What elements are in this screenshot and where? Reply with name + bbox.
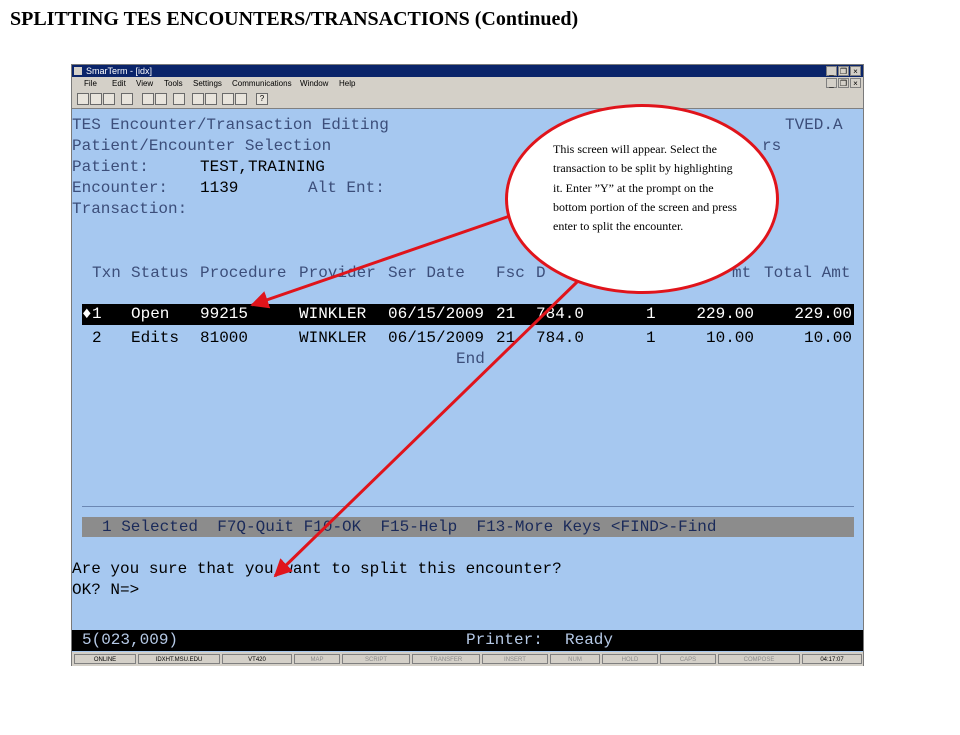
selected-count: 1 Selected F7Q-Quit F10-OK F15-Help F13-… <box>102 518 717 536</box>
status-clock: 04:17:07 <box>802 654 862 664</box>
status-hold: HOLD <box>602 654 658 664</box>
menu-communications[interactable]: Communications <box>232 77 292 90</box>
table-row[interactable]: 2 Edits 81000 WINKLER 06/15/2009 21 784.… <box>82 328 854 348</box>
screen-subheader-right: rs <box>762 137 782 155</box>
cell-ser-date: 06/15/2009 <box>388 329 485 347</box>
cell-provider: WINKLER <box>299 329 367 347</box>
cell-dx: 784.0 <box>536 305 585 323</box>
cell-total: 229.00 <box>794 305 852 323</box>
print-icon[interactable] <box>121 93 133 105</box>
menu-file[interactable]: File <box>84 77 97 90</box>
status-map: MAP <box>294 654 340 664</box>
cell-fsc: 21 <box>496 305 516 323</box>
printer-status: Ready <box>565 631 614 649</box>
doc-close-icon[interactable]: × <box>850 78 861 88</box>
new-session-icon[interactable] <box>77 93 89 105</box>
screen-subheader: Patient/Encounter Selection <box>72 137 332 155</box>
cell-procedure: 99215 <box>200 305 249 323</box>
cursor-position: 5(023,009) <box>82 631 179 649</box>
save-icon[interactable] <box>103 93 115 105</box>
table-row[interactable]: ♦ 1 Open 99215 WINKLER 06/15/2009 21 784… <box>82 304 854 325</box>
minimize-icon[interactable]: _ <box>826 66 837 76</box>
status-compose: COMPOSE <box>718 654 800 664</box>
screen-header: TES Encounter/Transaction Editing <box>72 116 389 134</box>
patient-value: TEST,TRAINING <box>200 158 325 176</box>
menu-window[interactable]: Window <box>300 77 328 90</box>
callout-text: This screen will appear. Select the tran… <box>553 142 737 234</box>
status-online: ONLINE <box>74 654 136 664</box>
transaction-label: Transaction: <box>72 200 188 218</box>
close-icon[interactable]: × <box>850 66 861 76</box>
session-status-bar: ONLINE IDXHT.MSU.EDU VT420 MAP SCRIPT TR… <box>72 652 863 666</box>
status-host: IDXHT.MSU.EDU <box>138 654 220 664</box>
col-procedure: Procedure <box>200 264 287 282</box>
slide-title: SPLITTING TES ENCOUNTERS/TRANSACTIONS (C… <box>10 8 579 30</box>
ok-prompt[interactable]: OK? N=> <box>72 581 139 599</box>
open-icon[interactable] <box>90 93 102 105</box>
status-script: SCRIPT <box>342 654 410 664</box>
col-dx: D <box>536 264 546 282</box>
transfer-icon[interactable] <box>205 93 217 105</box>
cut-icon[interactable] <box>142 93 154 105</box>
terminal-status-line: 5(023,009) Printer: Ready <box>72 630 863 651</box>
cell-ser-date: 06/15/2009 <box>388 305 485 323</box>
divider <box>82 506 854 507</box>
disconnect-icon[interactable] <box>235 93 247 105</box>
connect-icon[interactable] <box>222 93 234 105</box>
encounter-value: 1139 <box>200 179 239 197</box>
cell-procedure: 81000 <box>200 329 249 347</box>
cell-total: 10.00 <box>803 329 852 347</box>
col-provider: Provider <box>299 264 376 282</box>
status-num: NUM <box>550 654 600 664</box>
end-marker: End <box>456 350 485 368</box>
copy-icon[interactable] <box>155 93 167 105</box>
row-marker-icon: ♦ <box>82 305 92 323</box>
cell-txn: 1 <box>92 305 102 323</box>
window-titlebar: SmarTerm - [idx] _ ❐ × <box>72 65 863 77</box>
cell-qty: 1 <box>646 329 656 347</box>
col-total-amt: Total Amt <box>764 264 851 282</box>
cell-dx: 784.0 <box>536 329 585 347</box>
printer-label: Printer: <box>466 631 543 649</box>
col-fsc: Fsc <box>496 264 525 282</box>
app-icon <box>74 67 82 75</box>
doc-restore-icon[interactable]: ❐ <box>838 78 849 88</box>
help-icon[interactable]: ? <box>256 93 268 105</box>
status-caps: CAPS <box>660 654 716 664</box>
menu-settings[interactable]: Settings <box>193 77 222 90</box>
toolbar: ? <box>72 90 863 109</box>
menu-tools[interactable]: Tools <box>164 77 183 90</box>
encounter-label: Encounter: <box>72 179 169 197</box>
cell-amt: 229.00 <box>696 305 754 323</box>
paste-icon[interactable] <box>173 93 185 105</box>
cell-provider: WINKLER <box>299 305 367 323</box>
cell-amt: 10.00 <box>705 329 754 347</box>
split-prompt: Are you sure that you want to split this… <box>72 560 562 578</box>
doc-minimize-icon[interactable]: _ <box>826 78 837 88</box>
cell-status: Open <box>131 305 170 323</box>
screen-code: TVED.A <box>785 116 843 134</box>
patient-label: Patient: <box>72 158 149 176</box>
col-ser-date: Ser Date <box>388 264 465 282</box>
window-title: SmarTerm - [idx] <box>86 66 153 76</box>
status-transfer: TRANSFER <box>412 654 480 664</box>
menu-view[interactable]: View <box>136 77 153 90</box>
alt-ent-label: Alt Ent: <box>308 179 385 197</box>
menu-help[interactable]: Help <box>339 77 355 90</box>
cell-status: Edits <box>131 329 180 347</box>
col-status: Status <box>131 264 189 282</box>
function-key-bar: 1 Selected F7Q-Quit F10-OK F15-Help F13-… <box>82 517 854 537</box>
menu-bar: File Edit View Tools Settings Communicat… <box>72 77 863 90</box>
cell-qty: 1 <box>646 305 656 323</box>
cell-txn: 2 <box>92 329 102 347</box>
status-emulation: VT420 <box>222 654 292 664</box>
restore-icon[interactable]: ❐ <box>838 66 849 76</box>
menu-edit[interactable]: Edit <box>112 77 126 90</box>
capture-icon[interactable] <box>192 93 204 105</box>
col-txn: Txn <box>92 264 121 282</box>
status-insert: INSERT <box>482 654 548 664</box>
cell-fsc: 21 <box>496 329 516 347</box>
